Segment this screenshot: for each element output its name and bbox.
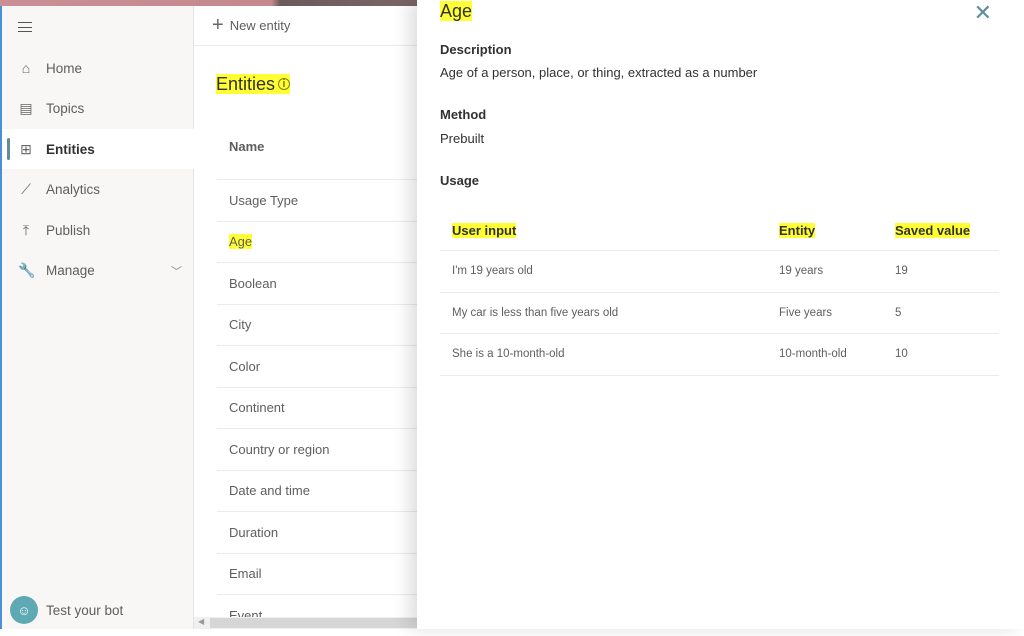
new-entity-label: New entity (229, 18, 291, 33)
entity-row[interactable]: Duration (217, 511, 418, 553)
sidebar-item-label: Entities (46, 141, 95, 157)
entity-row[interactable]: Age (217, 220, 418, 263)
entity-cell: 19 years (779, 265, 824, 278)
sidebar-item-entities[interactable]: ⊞ Entities (2, 129, 194, 169)
entity-name: Duration (229, 524, 279, 540)
scrollbar-thumb[interactable] (210, 618, 418, 628)
sidebar-item-topics[interactable]: ▤ Topics (2, 89, 194, 129)
entity-row[interactable]: Color (217, 345, 418, 387)
test-your-bot-button[interactable]: ☺ Test your bot (10, 596, 123, 624)
chart-icon: ⟋ (21, 181, 31, 197)
entity-row[interactable]: Country or region (217, 428, 418, 470)
info-icon[interactable]: i (278, 78, 291, 90)
scroll-left-icon[interactable]: ◀ (198, 617, 204, 626)
method-label: Method (440, 107, 487, 122)
entities-icon: ⊞ (20, 140, 32, 157)
entity-name: Age (229, 234, 253, 250)
upload-icon: ⤒ (22, 221, 30, 238)
horizontal-scrollbar[interactable]: ◀ (194, 617, 418, 629)
column-header-name[interactable]: Name (229, 139, 264, 154)
entity-name: Color (229, 358, 261, 374)
entity-row[interactable]: Email (217, 552, 418, 595)
column-entity: Entity (779, 222, 816, 238)
entity-detail-panel: Age ✕ Description Age of a person, place… (417, 0, 1024, 629)
entities-list-pane: + New entity Entities i Name Usage Type Ag… (194, 6, 418, 629)
entity-row[interactable]: Continent (217, 386, 418, 429)
entity-row[interactable]: Boolean (217, 262, 418, 304)
entity-row[interactable]: City (217, 303, 418, 346)
entity-name: City (229, 317, 252, 333)
usage-row: I'm 19 years old 19 years 19 (440, 251, 999, 293)
sidebar-item-label: Publish (46, 222, 91, 238)
new-entity-button[interactable]: + New entity (194, 6, 418, 46)
user-input-cell: She is a 10-month-old (452, 348, 565, 361)
chevron-down-icon[interactable]: ﹀ (171, 263, 182, 279)
column-user-input: User input (452, 222, 517, 238)
usage-row: My car is less than five years old Five y… (440, 293, 999, 334)
entity-cell: 10-month-old (779, 348, 847, 361)
entity-name: Boolean (229, 275, 277, 291)
user-input-cell: I'm 19 years old (452, 265, 533, 278)
panel-title-text: Age (440, 1, 473, 21)
saved-value-cell: 5 (895, 306, 902, 319)
sidebar-item-home[interactable]: ⌂ Home (2, 48, 194, 88)
plus-icon: + (212, 14, 224, 36)
description-label: Description (440, 42, 512, 57)
sidebar: ⌂ Home ▤ Topics ⊞ Entities ⟋ Analytics ⤒ Publish 🔧… (0, 6, 194, 629)
chat-icon: ▤ (19, 100, 33, 116)
usage-label: Usage (440, 173, 480, 188)
sidebar-item-analytics[interactable]: ⟋ Analytics (2, 170, 194, 210)
home-icon: ⌂ (21, 60, 31, 76)
description-value: Age of a person, place, or thing, extrac… (440, 65, 758, 80)
entity-name: Usage Type (229, 192, 299, 208)
entity-row[interactable]: Event (217, 594, 418, 636)
sidebar-item-manage[interactable]: 🔧 Manage ﹀ (2, 251, 194, 291)
column-saved-value: Saved value (895, 222, 971, 238)
sidebar-item-label: Manage (46, 263, 95, 278)
entity-name: Country or region (229, 441, 330, 457)
method-value: Prebuilt (440, 131, 485, 146)
usage-table: User input Entity Saved value I'm 19 yea… (440, 210, 999, 376)
entity-row[interactable]: Date and time (217, 469, 418, 512)
entity-row[interactable]: Usage Type (217, 179, 418, 221)
entity-name: Continent (229, 400, 285, 416)
sidebar-item-label: Topics (46, 101, 85, 116)
hamburger-menu-icon[interactable] (18, 22, 32, 32)
wrench-icon: 🔧 (18, 262, 36, 278)
page-title-text: Entities (216, 74, 276, 94)
sidebar-item-publish[interactable]: ⤒ Publish (2, 210, 194, 250)
entity-list: Usage Type Age Boolean City Color Continent Co… (217, 179, 418, 636)
user-input-cell: My car is less than five years old (452, 306, 619, 319)
panel-title: Age (440, 1, 473, 22)
page-title: Entities i (216, 74, 291, 95)
test-bot-label: Test your bot (46, 602, 124, 618)
entity-cell: Five years (779, 306, 833, 319)
sidebar-item-label: Home (46, 60, 83, 76)
saved-value-cell: 19 (895, 265, 908, 278)
close-icon[interactable]: ✕ (974, 0, 992, 26)
entity-name: Date and time (229, 483, 310, 499)
bot-icon: ☺ (10, 596, 38, 624)
usage-table-header: User input Entity Saved value (440, 210, 999, 251)
sidebar-item-label: Analytics (46, 182, 101, 197)
saved-value-cell: 10 (895, 348, 908, 361)
entity-name: Email (229, 566, 262, 582)
usage-row: She is a 10-month-old 10-month-old 10 (440, 334, 999, 376)
